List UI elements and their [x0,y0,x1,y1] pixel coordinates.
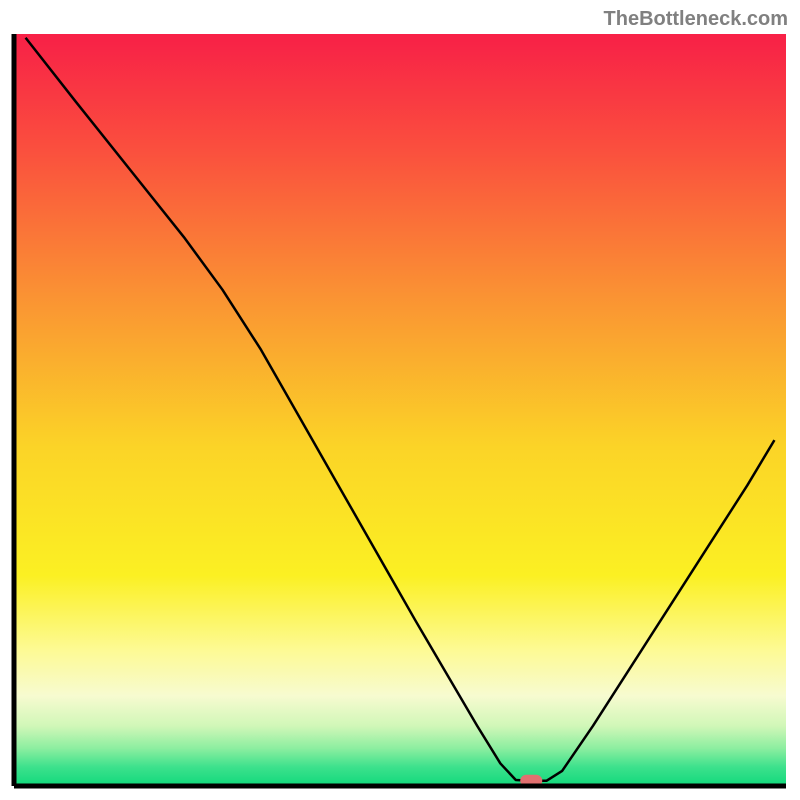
watermark-text: TheBottleneck.com [604,8,788,31]
plot-area [14,34,786,787]
bottleneck-chart [0,0,800,800]
gradient-background [14,34,786,786]
chart-container: TheBottleneck.com [0,0,800,800]
